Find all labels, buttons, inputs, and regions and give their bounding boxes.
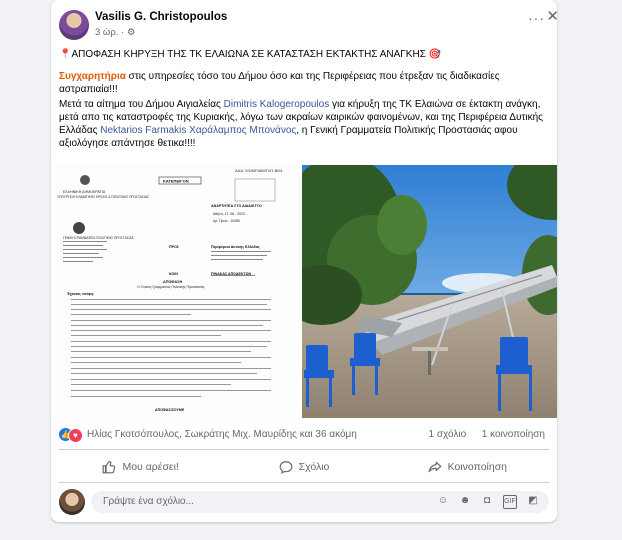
thumbs-up-icon <box>103 461 116 474</box>
comment-composer: Γράψτε ένα σχόλιο... ☺ ☻ ◘ GIF ◩ <box>59 489 549 517</box>
doc-decision-sub: Ο Γενικός Γραμματέας Πολιτικής Προστασία… <box>137 285 205 289</box>
share-icon <box>428 461 442 473</box>
doc-koin-value: ΠΙΝΑΚΑΣ ΑΠΟΔΕΚΤΩΝ <box>211 272 251 276</box>
mention-charalampos[interactable]: Χαράλαμπος Μπονάνος <box>189 125 296 136</box>
comment-input[interactable]: Γράψτε ένα σχόλιο... ☺ ☻ ◘ GIF ◩ <box>91 491 549 513</box>
doc-secretariat: ΓΕΝΙΚΗ ΓΡΑΜΜΑΤΕΙΑ ΠΟΛΙΤΙΚΗΣ ΠΡΟΣΤΑΣΙΑΣ <box>63 236 134 240</box>
post-paragraph-congrats: Συγχαρητήρια στις υπηρεσίες τόσο του Δήμ… <box>59 71 500 95</box>
doc-decide: ΑΠΟΦΑΣΙΖΟΥΜΕ <box>155 408 185 412</box>
post-stats: 1 σχόλιο 1 κοινοποίηση <box>429 429 545 440</box>
doc-to-label: ΠΡΟΣ <box>169 245 180 249</box>
doc-date: Αθήνα, 17 -06 - 2023 <box>213 212 245 216</box>
like-button[interactable]: Μου αρέσει! <box>59 454 222 480</box>
emoji-icon[interactable]: ☻ <box>459 495 471 507</box>
love-reaction-icon: ♥ <box>68 428 83 443</box>
gear-icon: ⚙ <box>126 27 136 38</box>
reactions-bar: 👍 ♥ Ηλίας Γκοτσόπουλος, Σωκράτης Μιχ. Μα… <box>59 428 549 444</box>
doc-protocol: Αρ. Πρωτ.: 10085 <box>213 219 240 223</box>
post-headline: 📍ΑΠΟΦΑΣΗ ΚΗΡΥΞΗ ΤΗΣ ΤΚ ΕΛΑΙΩΝΑ ΣΕ ΚΑΤΑΣΤ… <box>59 49 442 60</box>
doc-koin-label: ΚΟΙΝ <box>169 272 178 276</box>
user-avatar[interactable] <box>59 489 85 515</box>
post-actions: Μου αρέσει! Σχόλιο Κοινοποίηση <box>59 454 549 480</box>
comment-label: Σχόλιο <box>298 461 330 473</box>
avatar-sticker-icon[interactable]: ☺ <box>437 495 449 507</box>
camera-icon[interactable]: ◘ <box>481 495 493 507</box>
post-time[interactable]: 3 ώρ. <box>95 27 118 38</box>
mention-dimitris[interactable]: Dimitris Kalogeropoulos <box>224 99 330 110</box>
like-label: Μου αρέσει! <box>122 461 179 473</box>
doc-considering: Έχοντας υπόψη: <box>67 292 94 296</box>
comment-button[interactable]: Σχόλιο <box>222 454 385 480</box>
share-button[interactable]: Κοινοποίηση <box>386 454 549 480</box>
photo-scene <box>302 165 557 418</box>
doc-ada: ΑΔΑ: ΨΩΜΠ46ΜΤΛΠ-ΒΜ1 <box>235 168 284 173</box>
reaction-icons[interactable]: 👍 ♥ <box>59 428 83 443</box>
post-header: Vasilis G. Christopoulos 3 ώρ. · ⚙ ··· ✕ <box>59 8 557 40</box>
close-icon[interactable]: ✕ <box>546 7 557 25</box>
doc-post-label: ΑΝΑΡΤΗΤΕΑ ΣΤΟ ΔΙΑΔΙΚΤΥΟ <box>211 204 262 208</box>
post-media: ΑΔΑ: ΨΩΜΠ46ΜΤΛΠ-ΒΜ1 ΚΑΤΕΠΕΙΓΟΝ ΕΛΛΗΝΙΚΗ … <box>51 165 557 418</box>
doc-republic: ΕΛΛΗΝΙΚΗ ΔΗΜΟΚΡΑΤΙΑ <box>63 190 106 194</box>
pin-icon: 📍 <box>59 49 72 60</box>
target-icon: 🎯 <box>428 49 442 60</box>
author-avatar[interactable] <box>59 10 89 40</box>
reaction-names[interactable]: Ηλίας Γκοτσόπουλος, Σωκράτης Μιχ. Μαυρίδ… <box>87 429 357 440</box>
congrats-highlight: Συγχαρητήρια <box>59 71 126 82</box>
divider <box>59 449 549 450</box>
doc-urgent: ΚΑΤΕΠΕΙΓΟΝ <box>163 179 189 184</box>
shares-count[interactable]: 1 κοινοποίηση <box>482 429 545 440</box>
comment-placeholder: Γράψτε ένα σχόλιο... <box>103 496 194 507</box>
doc-ministry: ΥΠΟΥΡΓΕΙΟ ΚΛΙΜΑΤΙΚΗΣ ΚΡΙΣΗΣ & ΠΟΛΙΤΙΚΗΣ … <box>57 195 149 199</box>
post-card: Vasilis G. Christopoulos 3 ώρ. · ⚙ ··· ✕… <box>51 0 557 522</box>
comments-count[interactable]: 1 σχόλιο <box>429 429 467 440</box>
doc-decision: ΑΠΟΦΑΣΗ <box>163 280 182 284</box>
post-paragraph-main: Μετά τα αίτημα του Δήμου Αιγιαλείας Dimi… <box>59 99 543 149</box>
comment-icon <box>279 461 293 474</box>
sticker-icon[interactable]: ◩ <box>527 495 539 507</box>
share-label: Κοινοποίηση <box>447 461 508 473</box>
post-meta: 3 ώρ. · ⚙ <box>95 27 136 38</box>
mention-nektarios[interactable]: Nektarios Farmakis <box>100 125 186 136</box>
doc-to-value: Περιφέρεια Δυτικής Ελλάδας <box>211 245 260 249</box>
gif-icon[interactable]: GIF <box>503 495 517 509</box>
document-page: ΑΔΑ: ΨΩΜΠ46ΜΤΛΠ-ΒΜ1 ΚΑΤΕΠΕΙΓΟΝ ΕΛΛΗΝΙΚΗ … <box>51 165 300 418</box>
author-name[interactable]: Vasilis G. Christopoulos <box>95 11 227 23</box>
composer-icons: ☺ ☻ ◘ GIF ◩ <box>437 495 539 509</box>
decision-document-image[interactable]: ΑΔΑ: ΨΩΜΠ46ΜΤΛΠ-ΒΜ1 ΚΑΤΕΠΕΙΓΟΝ ΕΛΛΗΝΙΚΗ … <box>51 165 302 418</box>
more-horizontal-icon[interactable]: ··· <box>528 10 545 26</box>
storm-damage-photo[interactable] <box>302 165 557 418</box>
divider <box>59 482 549 483</box>
